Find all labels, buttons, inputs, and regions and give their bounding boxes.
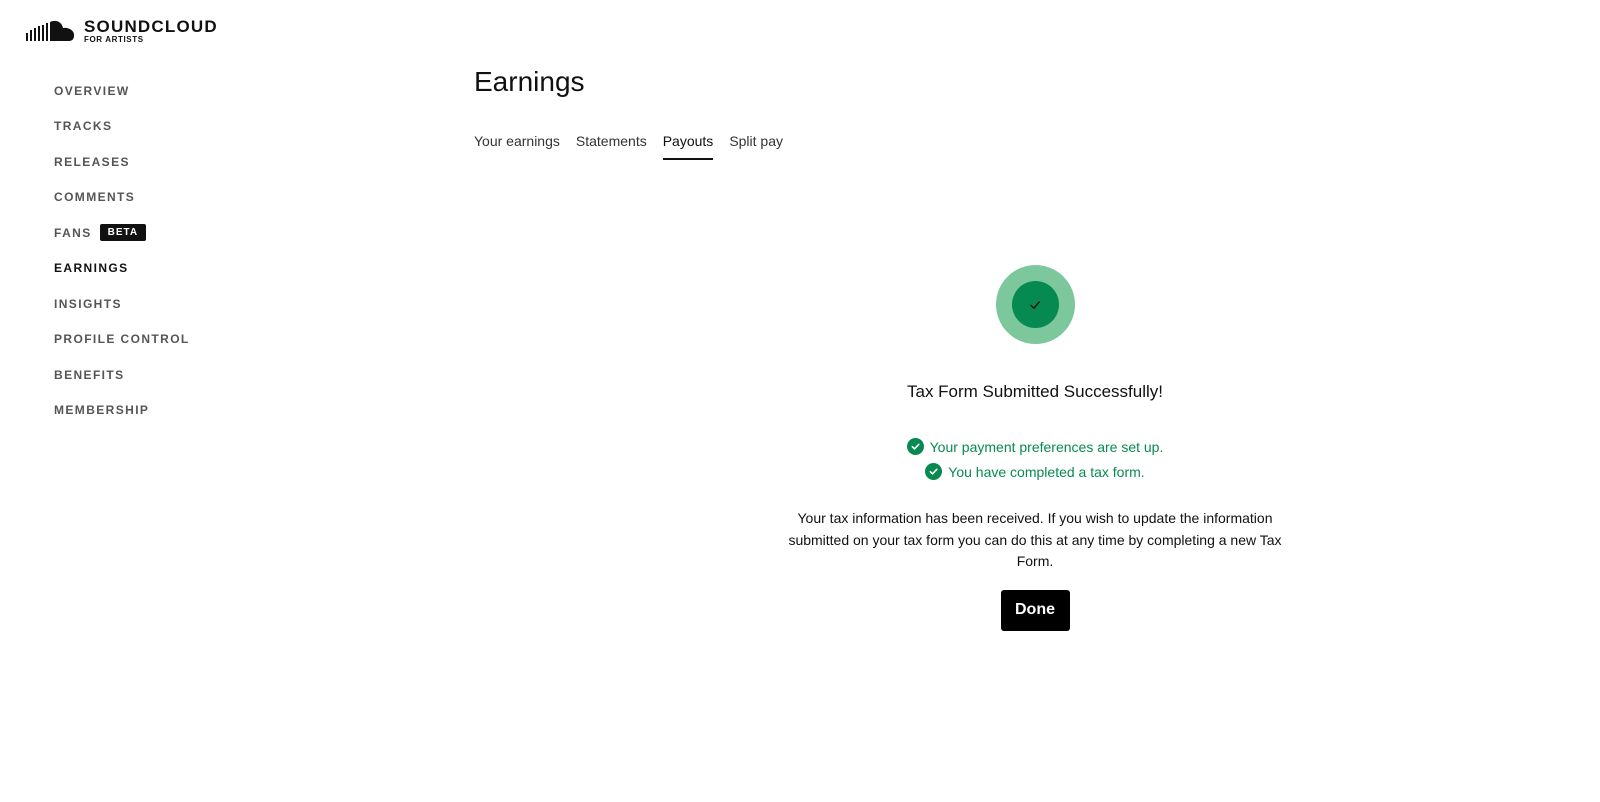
- sidebar-item-overview[interactable]: OVERVIEW: [54, 73, 190, 109]
- brand-subtitle: FOR ARTISTS: [84, 35, 144, 44]
- check-circle-icon: [925, 463, 943, 480]
- tab-payouts[interactable]: Payouts: [662, 133, 714, 160]
- sidebar-item-benefits[interactable]: BENEFITS: [54, 357, 190, 393]
- sidebar-item-releases[interactable]: RELEASES: [54, 144, 190, 180]
- sidebar-item-label: OVERVIEW: [54, 83, 130, 98]
- tax-info-message: Your tax information has been received. …: [788, 510, 1282, 569]
- sidebar-item-label: TRACKS: [54, 119, 113, 134]
- beta-badge: BETA: [99, 224, 147, 242]
- sidebar-item-insights[interactable]: INSIGHTS: [54, 286, 190, 322]
- sidebar-item-profile-control[interactable]: PROFILE CONTROL: [54, 322, 190, 358]
- sidebar-item-fans[interactable]: FANS BETA: [54, 215, 190, 251]
- status-item-tax-form: You have completed a tax form.: [925, 463, 1145, 480]
- check-circle-icon: [906, 438, 924, 455]
- sidebar-item-earnings[interactable]: EARNINGS: [54, 251, 190, 287]
- status-item-payment-preferences: Your payment preferences are set up.: [906, 438, 1164, 455]
- status-text: You have completed a tax form.: [948, 463, 1145, 480]
- brand-name: SOUNDCLOUD: [84, 17, 218, 36]
- sidebar-item-label: INSIGHTS: [54, 296, 122, 311]
- tab-your-earnings[interactable]: Your earnings: [474, 133, 560, 160]
- check-icon: [1030, 300, 1040, 309]
- success-check-core: [1011, 281, 1059, 328]
- success-title: Tax Form Submitted Successfully!: [906, 382, 1164, 401]
- sidebar-item-label: EARNINGS: [54, 261, 129, 276]
- page-title: Earnings: [474, 66, 585, 97]
- sidebar-item-label: PROFILE CONTROL: [54, 332, 190, 347]
- tab-split-pay[interactable]: Split pay: [729, 133, 783, 160]
- sidebar-item-label: COMMENTS: [54, 190, 136, 205]
- tax-form-success-panel: Tax Form Submitted Successfully! Your pa…: [770, 265, 1300, 631]
- brand-logo[interactable]: SOUNDCLOUD FOR ARTISTS: [26, 18, 218, 44]
- status-text: Your payment preferences are set up.: [929, 438, 1164, 455]
- sidebar-item-membership[interactable]: MEMBERSHIP: [54, 393, 190, 429]
- sidebar-item-label: BENEFITS: [54, 367, 125, 382]
- sidebar-item-label: FANS: [54, 225, 92, 240]
- sidebar-item-label: MEMBERSHIP: [54, 403, 150, 418]
- soundcloud-cloud-icon: [26, 20, 75, 41]
- sidebar-nav: OVERVIEW TRACKS RELEASES COMMENTS FANS B…: [54, 73, 190, 428]
- done-button[interactable]: Done: [1000, 589, 1070, 631]
- tab-statements[interactable]: Statements: [576, 133, 647, 160]
- success-check-badge: [995, 265, 1075, 344]
- earnings-tabs: Your earnings Statements Payouts Split p…: [474, 133, 783, 160]
- sidebar-item-comments[interactable]: COMMENTS: [54, 180, 190, 216]
- sidebar-item-tracks[interactable]: TRACKS: [54, 109, 190, 145]
- sidebar-item-label: RELEASES: [54, 154, 130, 169]
- status-list: Your payment preferences are set up. You…: [906, 438, 1164, 480]
